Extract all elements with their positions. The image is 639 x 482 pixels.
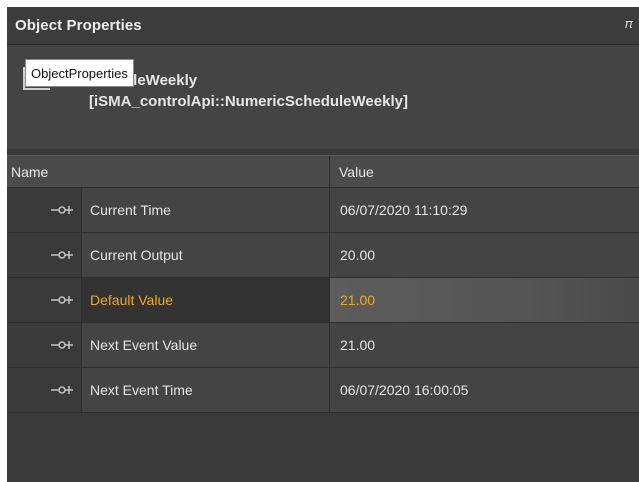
slot-icon xyxy=(51,341,73,349)
property-value: 06/07/2020 16:00:05 xyxy=(340,382,469,398)
property-name-cell[interactable]: Next Event Time xyxy=(81,368,329,412)
slot-icon xyxy=(51,386,73,394)
table-empty-area xyxy=(7,421,639,482)
table-row[interactable]: Next Event Value 21.00 xyxy=(7,323,639,368)
table-header: Name Value xyxy=(7,155,639,188)
table-row[interactable]: Current Output 20.00 xyxy=(7,233,639,278)
property-value-cell[interactable]: 21.00 xyxy=(329,323,639,367)
property-value: 06/07/2020 11:10:29 xyxy=(340,202,468,218)
column-header-name[interactable]: Name xyxy=(11,156,48,188)
property-name: Current Output xyxy=(90,247,183,263)
table-row[interactable]: Next Event Time 06/07/2020 16:00:05 xyxy=(7,368,639,413)
column-divider[interactable] xyxy=(329,156,330,188)
object-type: [iSMA_controlApi::NumericScheduleWeekly] xyxy=(89,93,408,110)
property-value: 21.00 xyxy=(340,292,376,308)
property-name: Default Value xyxy=(90,292,174,308)
row-gutter xyxy=(7,188,81,232)
property-value-cell[interactable]: 06/07/2020 11:10:29 xyxy=(329,188,639,232)
slot-icon xyxy=(51,206,73,214)
row-gutter xyxy=(7,323,81,367)
property-value-cell[interactable]: 06/07/2020 16:00:05 xyxy=(329,368,639,412)
property-name-cell[interactable]: Next Event Value xyxy=(81,323,329,367)
table-row-selected[interactable]: Default Value 21.00 xyxy=(7,278,639,323)
object-properties-panel: Object Properties 𝜋 cheduleWeekly [iSMA_… xyxy=(7,7,639,482)
panel-title: Object Properties xyxy=(15,17,142,34)
property-name: Next Event Value xyxy=(90,337,198,353)
property-name-cell[interactable]: Current Time xyxy=(81,188,329,232)
table-row[interactable]: Current Time 06/07/2020 11:10:29 xyxy=(7,188,639,233)
slot-icon xyxy=(51,296,73,304)
property-name-cell[interactable]: Default Value xyxy=(81,278,329,322)
slot-icon xyxy=(51,251,73,259)
property-name: Next Event Time xyxy=(90,382,193,398)
row-gutter xyxy=(7,368,81,412)
column-header-value[interactable]: Value xyxy=(339,156,374,188)
panel-title-bar: Object Properties 𝜋 xyxy=(7,7,639,45)
pin-icon[interactable]: 𝜋 xyxy=(625,17,633,31)
property-value: 21.00 xyxy=(340,337,376,353)
property-value: 20.00 xyxy=(340,247,376,263)
property-name-cell[interactable]: Current Output xyxy=(81,233,329,277)
tooltip: ObjectProperties xyxy=(25,59,134,87)
properties-table: Name Value Current Time 06/07/2020 11:10… xyxy=(7,155,639,413)
property-value-cell[interactable]: 20.00 xyxy=(329,233,639,277)
row-gutter xyxy=(7,233,81,277)
property-value-cell[interactable]: 21.00 xyxy=(329,278,639,322)
row-gutter xyxy=(7,278,81,322)
property-name: Current Time xyxy=(90,202,171,218)
